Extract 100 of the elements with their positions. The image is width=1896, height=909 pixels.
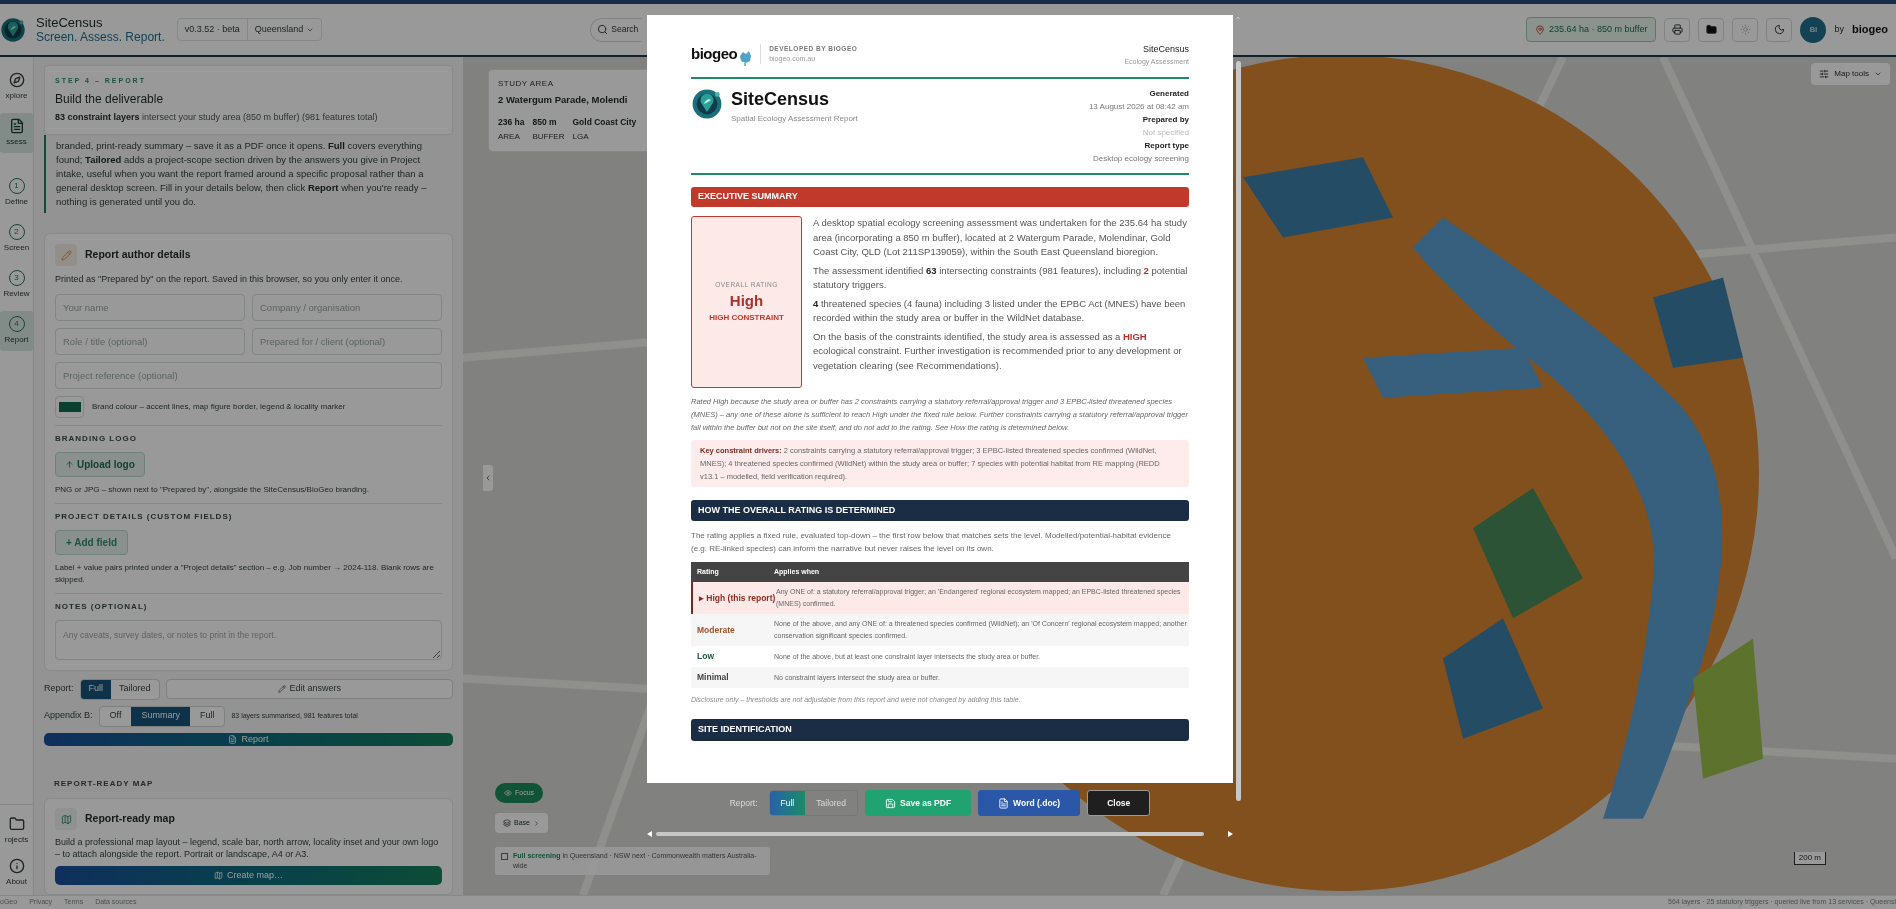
rating-subtitle: HIGH CONSTRAINT [709,312,784,325]
create-map-button[interactable]: Create map… [55,866,442,885]
stat-value: Gold Coast City [572,116,637,129]
report-title: SiteCensus [731,88,831,110]
rail-item[interactable]: rojects [0,813,33,849]
segment-option[interactable]: Tailored [805,791,858,815]
edit-answers-button[interactable]: Edit answers [165,679,453,699]
moon-icon [1773,24,1785,35]
action-button[interactable]: Word (.doc) [978,790,1081,816]
australia-icon [738,49,753,66]
rail-item[interactable]: xplore [0,67,33,107]
save-icon [885,797,897,809]
stat-label: BUFFER [532,131,565,143]
section-heading: BRANDING LOGO [55,432,138,445]
segment-option[interactable]: Tailored [111,679,159,699]
rail-item[interactable]: 3 Review [0,265,33,305]
folder-button[interactable] [1698,17,1725,42]
document-icon [228,734,238,744]
pencil-icon [277,685,286,693]
meta-label: Prepared by [1142,114,1189,126]
caret-icon [1874,70,1882,78]
section-heading: EXECUTIVE SUMMARY [691,187,1189,207]
horizontal-scrollbar[interactable] [647,831,1233,837]
step-summary: 83 constraint layers intersect your study area (850 m buffer) (981 features total) [55,110,379,124]
summary-paragraph: A desktop spatial ecology screening assessment was undertaken for the 235.64 ha study area (incorporating a 850 m buffer), located at 2 Watergum Parade, Molendinar, Gold Coast City, QLD (Lot 211SP139059), within the South East Queensland bioregion. [813,216,1188,259]
map-icon [214,871,223,880]
colour-swatch[interactable] [55,395,84,418]
search-icon [597,24,609,35]
section-heading: PROJECT DETAILS (CUSTOM FIELDS) [55,510,234,523]
segment-option[interactable]: Full [189,706,225,726]
layers-icon [503,819,511,827]
folder-icon [8,816,25,832]
meta-label: Generated [1149,88,1189,100]
section-heading: SITE IDENTIFICATION [691,718,1189,741]
rating-cell-text: Moderate [696,623,736,637]
study-address: 2 Watergum Parade, Molendi [498,93,628,107]
print-button[interactable] [1664,17,1691,42]
stat-value: 850 m [532,116,558,129]
report-mode-label: Report: [729,796,758,810]
rail-item[interactable]: 4 Report [0,311,33,351]
summary-paragraph: On the basis of the constraints identified, the study area is assessed as a HIGH ecological constraint. Further investigation is recommended prior to any development or vegetation clearing (see Recommendations). [813,329,1183,373]
upload-logo-button[interactable]: Upload logo [55,451,145,477]
user-avatar[interactable]: BI [1800,16,1827,43]
dark-mode-button[interactable] [1766,17,1793,42]
report-mode-label: Report: [44,682,74,696]
checkbox-icon [501,853,508,860]
step-title: Build the deliverable [55,90,165,108]
logo-note: PNG or JPG – shown next to "Prepared by", alongside the SiteCensus/BioGeo branding. [55,483,370,496]
appendix-label: Appendix B: [44,709,93,723]
chevron-icon [532,819,540,827]
action-button[interactable]: Close [1087,790,1151,816]
card-title: Report author details [85,247,191,263]
version-label: v0.3.52 · beta [177,18,248,41]
document-icon [8,118,25,134]
printer-icon [1671,24,1683,35]
brand-logo: biogeo [691,44,738,64]
card-title: Report-ready map [85,811,175,827]
rail-item[interactable]: 1 Define [0,173,33,213]
scroll-left-icon [647,831,652,837]
action-button[interactable]: Save as PDF [865,790,972,816]
stat-value: 236 ha [498,116,525,129]
card-text: Build a professional map layout – legend, scale bar, north arrow, locality inset and your own logo – to attach alongside the report. Portrait or landscape, A4 or A3. [55,836,440,860]
document-icon [998,797,1010,809]
info-icon [8,858,25,874]
collapse-handle[interactable] [483,465,493,491]
swatch-label: Brand colour – accent lines, map figure border, legend & locality marker [92,400,346,413]
segment-option[interactable]: Summary [131,706,190,726]
rating-cell-text: ▸ High (this report) [698,591,776,605]
summary-paragraph: The assessment identified 63 intersecting constraints (981 features), including 2 potential statutory triggers. [813,263,1189,292]
rail-item[interactable]: ssess [0,113,33,153]
section-heading: NOTES (OPTIONAL) [55,600,149,613]
meta-value: 13 August 2026 at 08:42 am [1088,101,1189,113]
eye-icon [504,789,512,797]
segment-option[interactable]: Off [99,706,132,726]
rating-cell-text: Low [696,650,715,663]
rating-cell-text: Minimal [696,671,730,684]
card-note: Printed as "Prepared by" on the report. Saved in this browser, so you only enter it once. [55,273,404,286]
logo-icon [0,16,26,43]
upload-icon [65,459,74,469]
pin-icon [1535,24,1545,35]
map-icon [55,808,77,830]
rail-item[interactable]: 2 Screen [0,219,33,259]
details-note: Label + value pairs printed under a "Project details" section – e.g. Job number → 2024-118. Blank rows are skipped. [55,561,435,586]
intro-paragraph: branded, print-ready summary – save it as a PDF once it opens. Full covers everything found; Tailored adds a project-scope section driven by the answers you give in Project intake, useful when you want the report framed around a specific proposal rather than a general desktop screen. Fill in your details below, then click Report when you're ready – nothing is generated until you do. [44,135,453,213]
report-button[interactable]: Report [44,732,453,746]
area-chip: 235.64 ha · 850 m buffer [1526,16,1657,43]
scroll-right-icon [1228,831,1233,837]
rating-intro: The rating applies a fixed rule, evaluated top-down – the first row below that matches sets the level. Modelled/potential-habitat evidence (e.g. RE-linked species) can inform the narrative but never raises the level on its own. [691,530,1172,555]
stat-label: AREA [498,131,521,143]
sliders-icon [1819,69,1830,79]
segment-option[interactable]: Full [769,791,806,815]
map-tools-button[interactable]: Map tools [1811,63,1890,85]
compass-icon [8,72,25,88]
sun-icon [1739,24,1751,35]
segment-option[interactable]: Full [80,679,112,699]
add-field-button[interactable]: + Add field [55,529,129,555]
scale-bar: 200 m [1793,852,1826,865]
product-name: SiteCensus [1142,43,1189,56]
rail-item[interactable]: About [0,855,33,891]
region-dropdown[interactable]: Queensland [247,18,322,41]
